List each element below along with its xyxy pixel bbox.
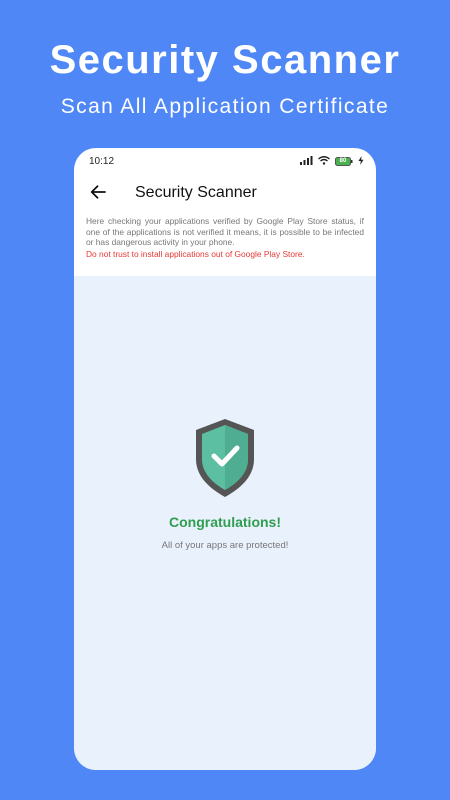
charging-icon: [358, 152, 364, 170]
back-arrow-icon: [90, 185, 106, 199]
battery-icon: 80: [335, 156, 353, 166]
result-message: All of your apps are protected!: [161, 540, 289, 551]
scan-result-area: Congratulations! All of your apps are pr…: [74, 276, 376, 770]
battery-level: 80: [339, 157, 347, 164]
info-panel: Here checking your applications verified…: [74, 216, 376, 276]
page-title: Security Scanner: [135, 184, 257, 201]
status-time: 10:12: [89, 156, 115, 167]
promo-title: Security Scanner: [49, 38, 401, 82]
status-bar: 10:12 80: [74, 148, 376, 174]
back-button[interactable]: [86, 180, 110, 204]
shield-check-icon: [196, 419, 254, 497]
wifi-icon: [318, 152, 330, 170]
info-description: Here checking your applications verified…: [86, 216, 364, 247]
promo-subtitle: Scan All Application Certificate: [60, 95, 390, 118]
result-title: Congratulations!: [169, 514, 281, 530]
status-icons: 80: [300, 155, 364, 167]
signal-icon: [300, 152, 313, 170]
phone-frame: 10:12 80 Security Scanner Here checking …: [74, 148, 376, 770]
warning-text: Do not trust to install applications out…: [86, 248, 305, 259]
app-bar: Security Scanner: [74, 174, 376, 214]
